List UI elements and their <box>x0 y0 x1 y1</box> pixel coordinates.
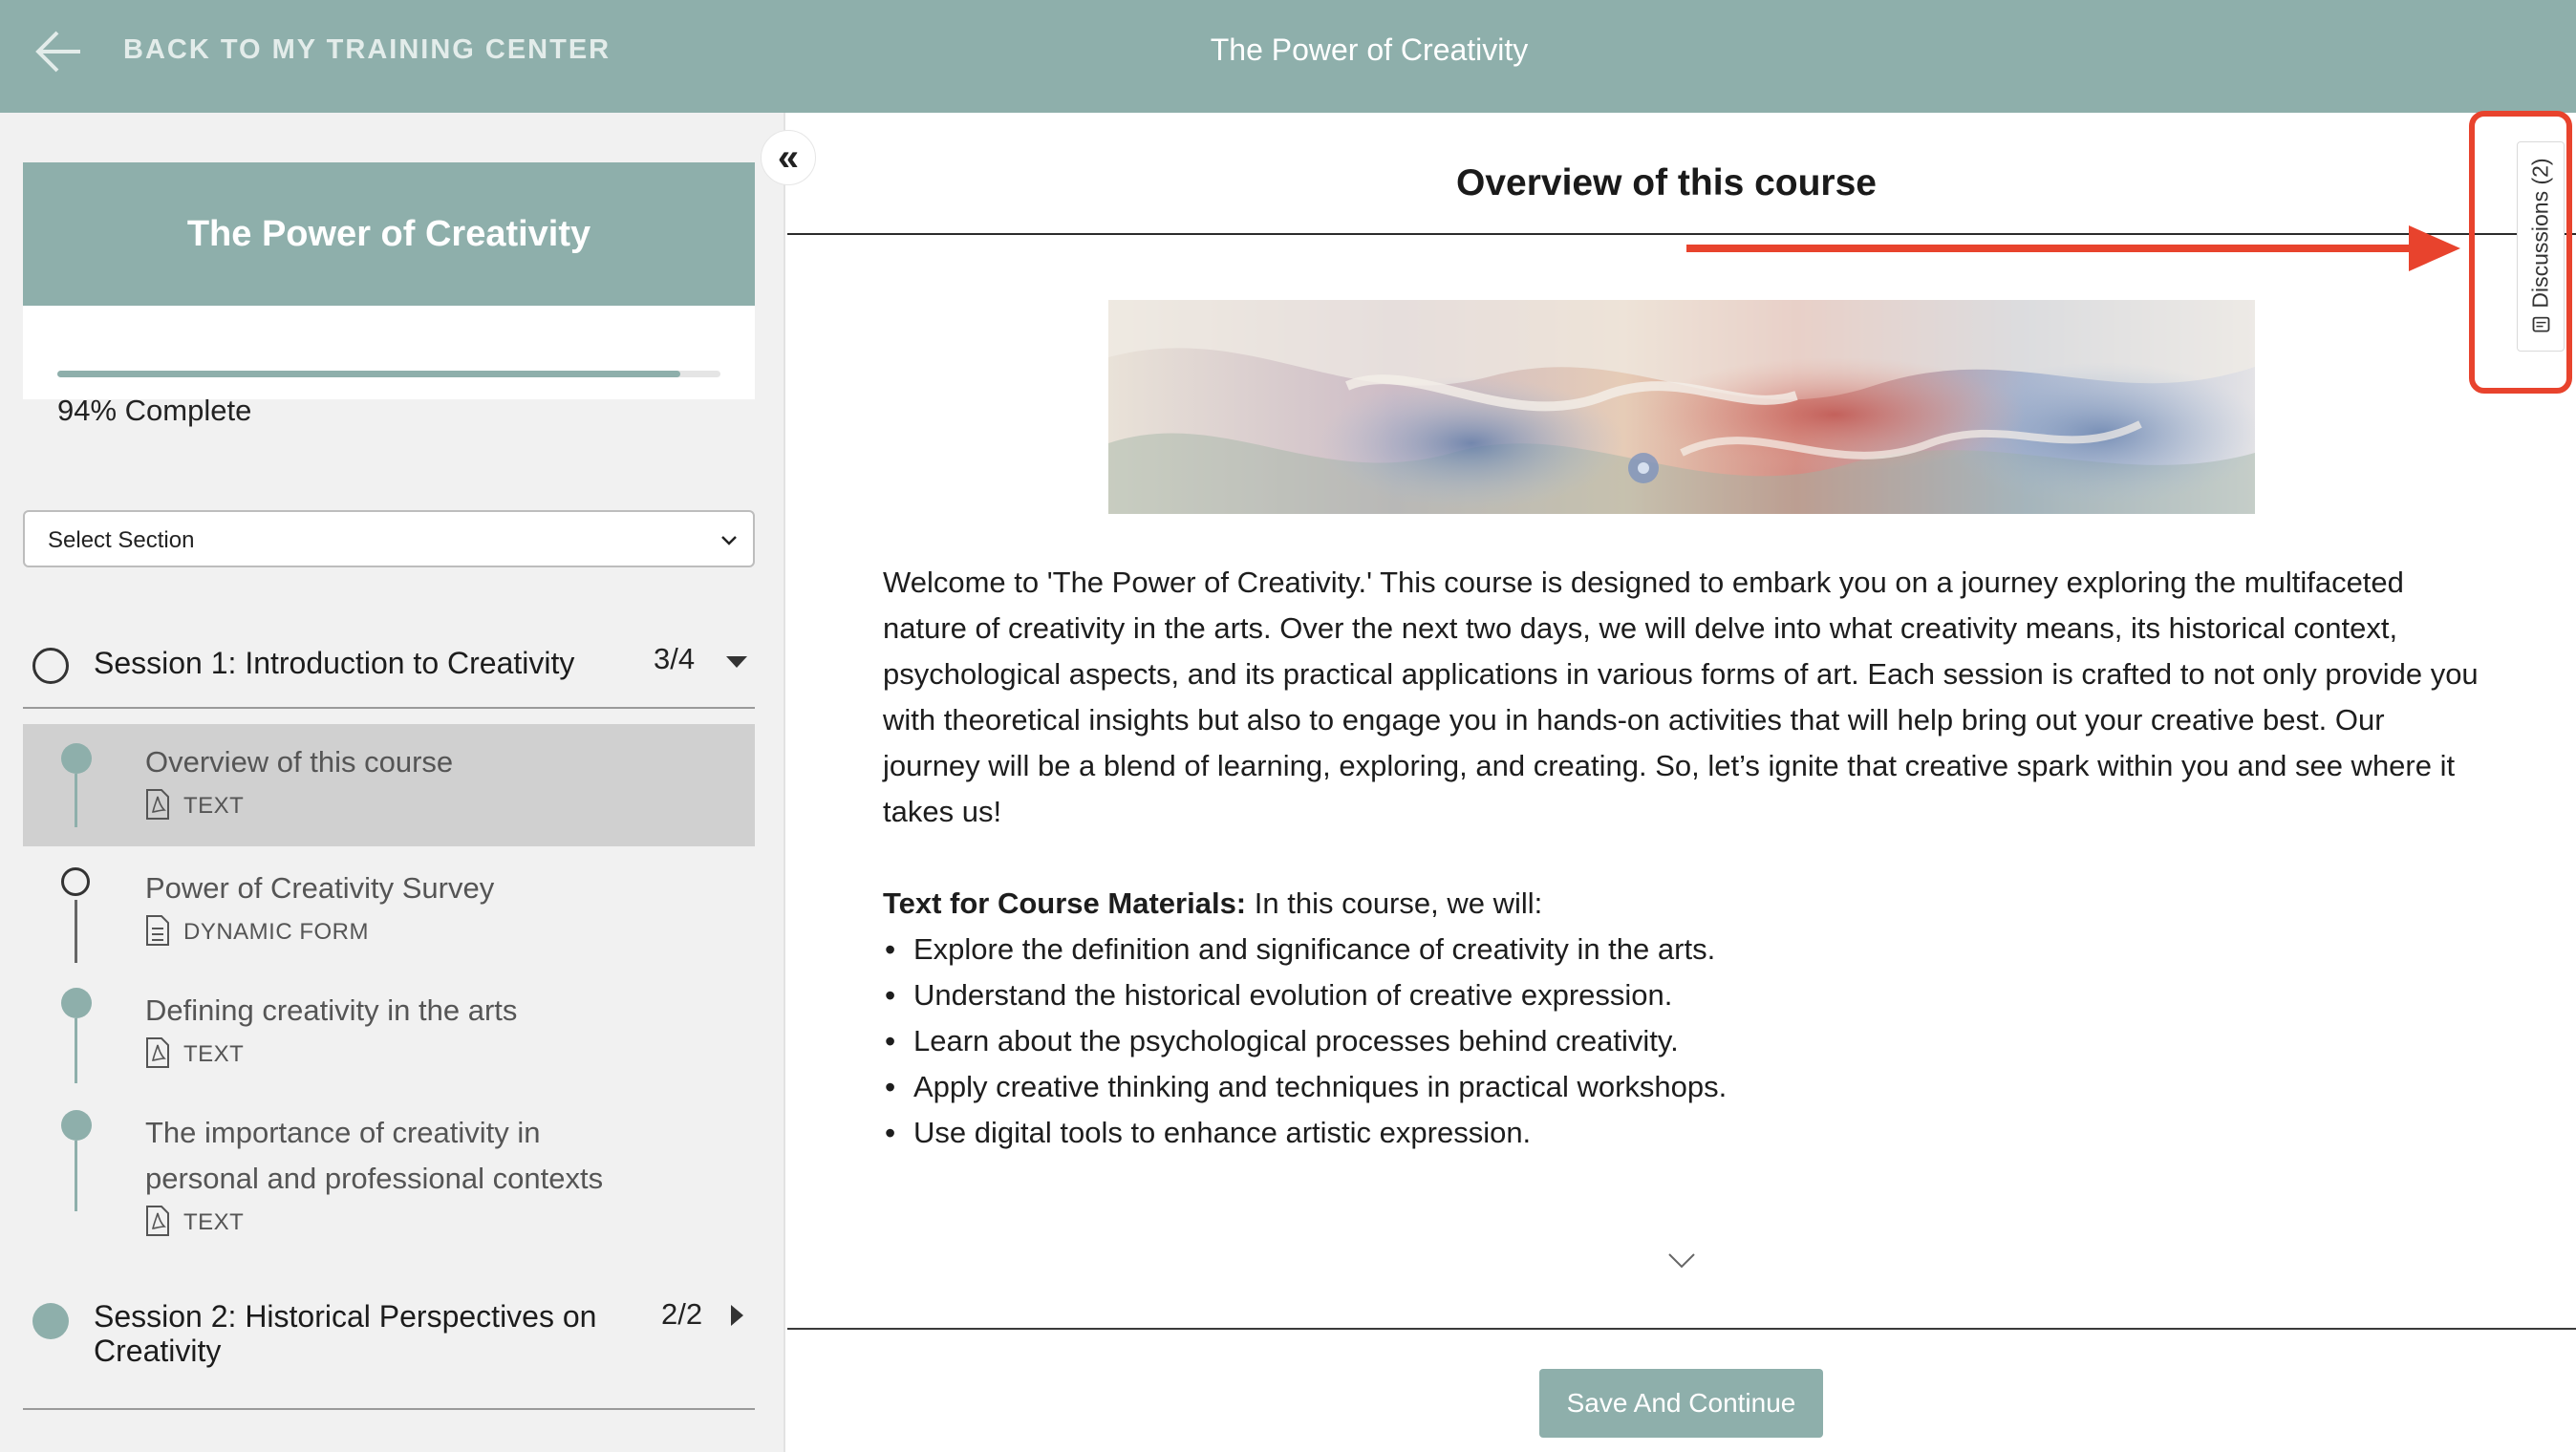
list-item: Understand the historical evolution of c… <box>883 972 2412 1018</box>
lesson-connector <box>75 1018 77 1083</box>
list-item: Use digital tools to enhance artistic ex… <box>883 1110 2412 1156</box>
save-and-continue-button[interactable]: Save And Continue <box>1539 1369 1823 1438</box>
discussions-tab[interactable]: Discussions (2) <box>2517 141 2565 352</box>
top-header: BACK TO MY TRAINING CENTER The Power of … <box>0 0 2576 113</box>
pdf-file-icon <box>146 1206 169 1236</box>
lesson-title: Overview of this course <box>145 745 454 779</box>
chevron-down-icon <box>721 536 737 545</box>
intro-line: with theoretical insights but also to en… <box>883 703 2385 737</box>
lesson-connector <box>75 774 77 827</box>
course-materials-section: Text for Course Materials: In this cours… <box>883 881 2412 1156</box>
select-section-dropdown[interactable]: Select Section <box>23 510 755 567</box>
lesson-item-importance-of-creativity[interactable]: The importance of creativity in personal… <box>23 1097 755 1265</box>
lesson-item-defining-creativity[interactable]: Defining creativity in the arts TEXT <box>23 974 755 1097</box>
session-2-count: 2/2 <box>661 1297 703 1331</box>
discussions-tab-text: Discussions (2) <box>2527 158 2553 309</box>
lesson-incomplete-icon <box>61 867 90 896</box>
document-icon <box>146 915 169 946</box>
select-section-label: Select Section <box>48 527 195 553</box>
progress-bar <box>57 371 720 377</box>
footer-divider <box>787 1328 2576 1330</box>
materials-intro: In this course, we will: <box>1246 886 1543 920</box>
session-1-count: 3/4 <box>654 642 696 675</box>
session-complete-icon <box>32 1303 69 1339</box>
scroll-down-chevron-icon[interactable] <box>1666 1249 1697 1272</box>
materials-list: Explore the definition and significance … <box>883 927 2412 1156</box>
session-2-title-line-1: Session 2: Historical Perspectives on <box>94 1299 597 1334</box>
list-item: Explore the definition and significance … <box>883 927 2412 972</box>
red-arrow-annotation <box>1686 225 2460 271</box>
session-1-header[interactable]: Session 1: Introduction to Creativity 3/… <box>23 619 755 695</box>
lesson-connector <box>75 1141 77 1211</box>
lesson-complete-icon <box>61 743 92 774</box>
lesson-type-label: TEXT <box>183 1209 245 1235</box>
intro-line: psychological aspects, and its practical… <box>883 657 2479 691</box>
comment-icon <box>2532 316 2549 332</box>
lesson-type-label: TEXT <box>183 793 245 819</box>
list-item: Apply creative thinking and techniques i… <box>883 1064 2412 1110</box>
caret-right-icon[interactable] <box>728 1303 745 1328</box>
course-card-title: The Power of Creativity <box>186 213 591 254</box>
lesson-title: Power of Creativity Survey <box>145 871 495 905</box>
session-2-header[interactable]: Session 2: Historical Perspectives on Cr… <box>23 1288 755 1393</box>
course-progress-card <box>23 306 755 399</box>
abstract-art-banner-image <box>1108 300 2255 514</box>
list-item: Learn about the psychological processes … <box>883 1018 2412 1064</box>
materials-heading: Text for Course Materials: In this cours… <box>883 881 2412 927</box>
session-status-icon <box>32 648 69 684</box>
intro-line: takes us! <box>883 795 1002 828</box>
lesson-title: Defining creativity in the arts <box>145 993 518 1027</box>
caret-down-icon[interactable] <box>724 653 749 671</box>
course-card-header: The Power of Creativity <box>23 162 755 306</box>
lesson-item-survey[interactable]: Power of Creativity Survey DYNAMIC FORM <box>23 852 755 974</box>
lesson-title-line-1: The importance of creativity in <box>145 1116 541 1149</box>
lesson-title-line-2: personal and professional contexts <box>145 1162 604 1195</box>
materials-label: Text for Course Materials: <box>883 886 1247 920</box>
header-course-title: The Power of Creativity <box>1210 32 1529 67</box>
session-divider <box>23 707 755 709</box>
lesson-item-overview[interactable]: Overview of this course TEXT <box>23 724 755 846</box>
progress-bar-fill <box>57 371 681 377</box>
lesson-type-label: TEXT <box>183 1041 245 1067</box>
lesson-connector <box>75 900 77 963</box>
intro-line: journey will be a blend of learning, exp… <box>883 749 2456 782</box>
intro-line: nature of creativity in the arts. Over t… <box>883 611 2398 645</box>
lesson-complete-icon <box>61 988 92 1018</box>
lesson-type-label: DYNAMIC FORM <box>183 919 369 945</box>
lesson-complete-icon <box>61 1110 92 1141</box>
pdf-file-icon <box>146 1037 169 1068</box>
pdf-file-icon <box>146 789 169 820</box>
discussions-tab-label: Discussions (2) <box>2528 158 2554 334</box>
course-sidebar: The Power of Creativity 94% Complete Sel… <box>0 113 785 1452</box>
session-1-title: Session 1: Introduction to Creativity <box>94 646 575 680</box>
session-divider <box>23 1408 755 1410</box>
progress-text: 94% Complete <box>57 394 252 427</box>
page-title: Overview of this course <box>1456 162 1877 203</box>
course-intro-text: Welcome to 'The Power of Creativity.' Th… <box>883 560 2488 835</box>
intro-line: Welcome to 'The Power of Creativity.' Th… <box>883 566 2404 599</box>
session-2-title-line-2: Creativity <box>94 1334 222 1368</box>
